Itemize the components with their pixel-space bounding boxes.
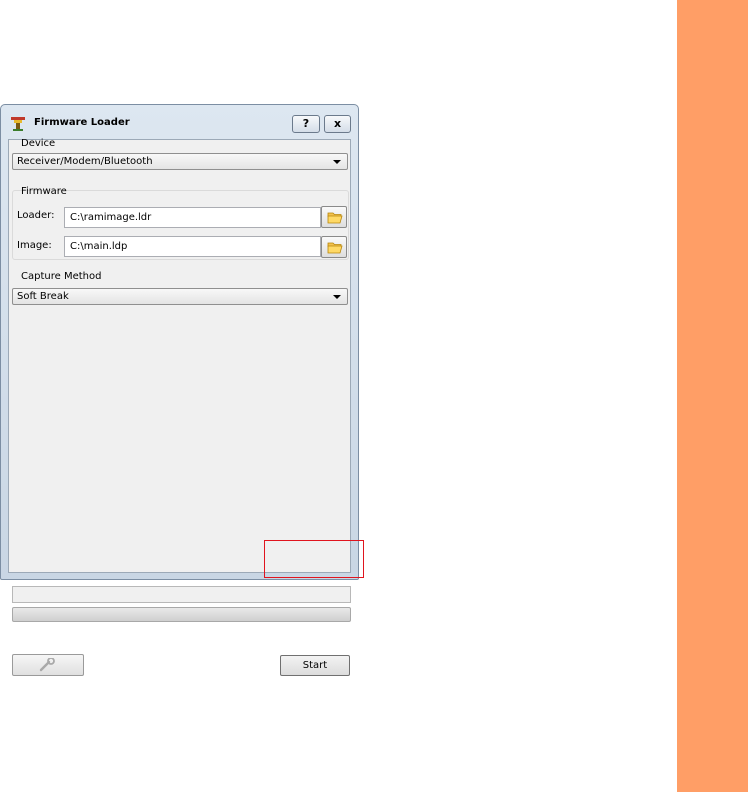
help-button[interactable]: ? (292, 115, 320, 133)
window-title: Firmware Loader (34, 117, 130, 128)
wrench-icon (39, 658, 55, 672)
progress-bar (12, 607, 351, 622)
capture-method-value: Soft Break (17, 291, 69, 302)
settings-button[interactable] (12, 654, 84, 676)
loader-path-value: C:\ramimage.ldr (70, 212, 152, 223)
loader-path-input[interactable]: C:\ramimage.ldr (64, 207, 321, 228)
folder-open-icon (327, 242, 343, 254)
annotation-highlight-box (264, 540, 364, 578)
loader-browse-button[interactable] (321, 206, 347, 228)
loader-label: Loader: (17, 210, 55, 221)
close-button[interactable]: x (324, 115, 351, 133)
capture-method-select[interactable]: Soft Break (12, 288, 348, 305)
image-label: Image: (17, 240, 52, 251)
start-button[interactable]: Start (280, 655, 350, 676)
chevron-down-icon (333, 295, 341, 299)
firmware-loader-icon (11, 117, 25, 131)
status-field (12, 586, 351, 603)
firmware-group-label: Firmware (21, 186, 67, 197)
device-select[interactable]: Receiver/Modem/Bluetooth (12, 153, 348, 170)
image-browse-button[interactable] (321, 236, 347, 258)
capture-group-label: Capture Method (21, 271, 102, 282)
image-path-value: C:\main.ldp (70, 241, 128, 252)
image-path-input[interactable]: C:\main.ldp (64, 236, 321, 257)
title-bar[interactable]: Firmware Loader ? x (1, 105, 358, 139)
device-group-label: Device (21, 138, 56, 149)
firmware-loader-window: Firmware Loader ? x Device Receiver/Mode… (0, 104, 359, 676)
client-area: Device Receiver/Modem/Bluetooth Firmware… (8, 138, 351, 676)
device-select-value: Receiver/Modem/Bluetooth (17, 156, 153, 167)
chevron-down-icon (333, 160, 341, 164)
decorative-side-strip (677, 0, 748, 792)
folder-open-icon (327, 212, 343, 224)
